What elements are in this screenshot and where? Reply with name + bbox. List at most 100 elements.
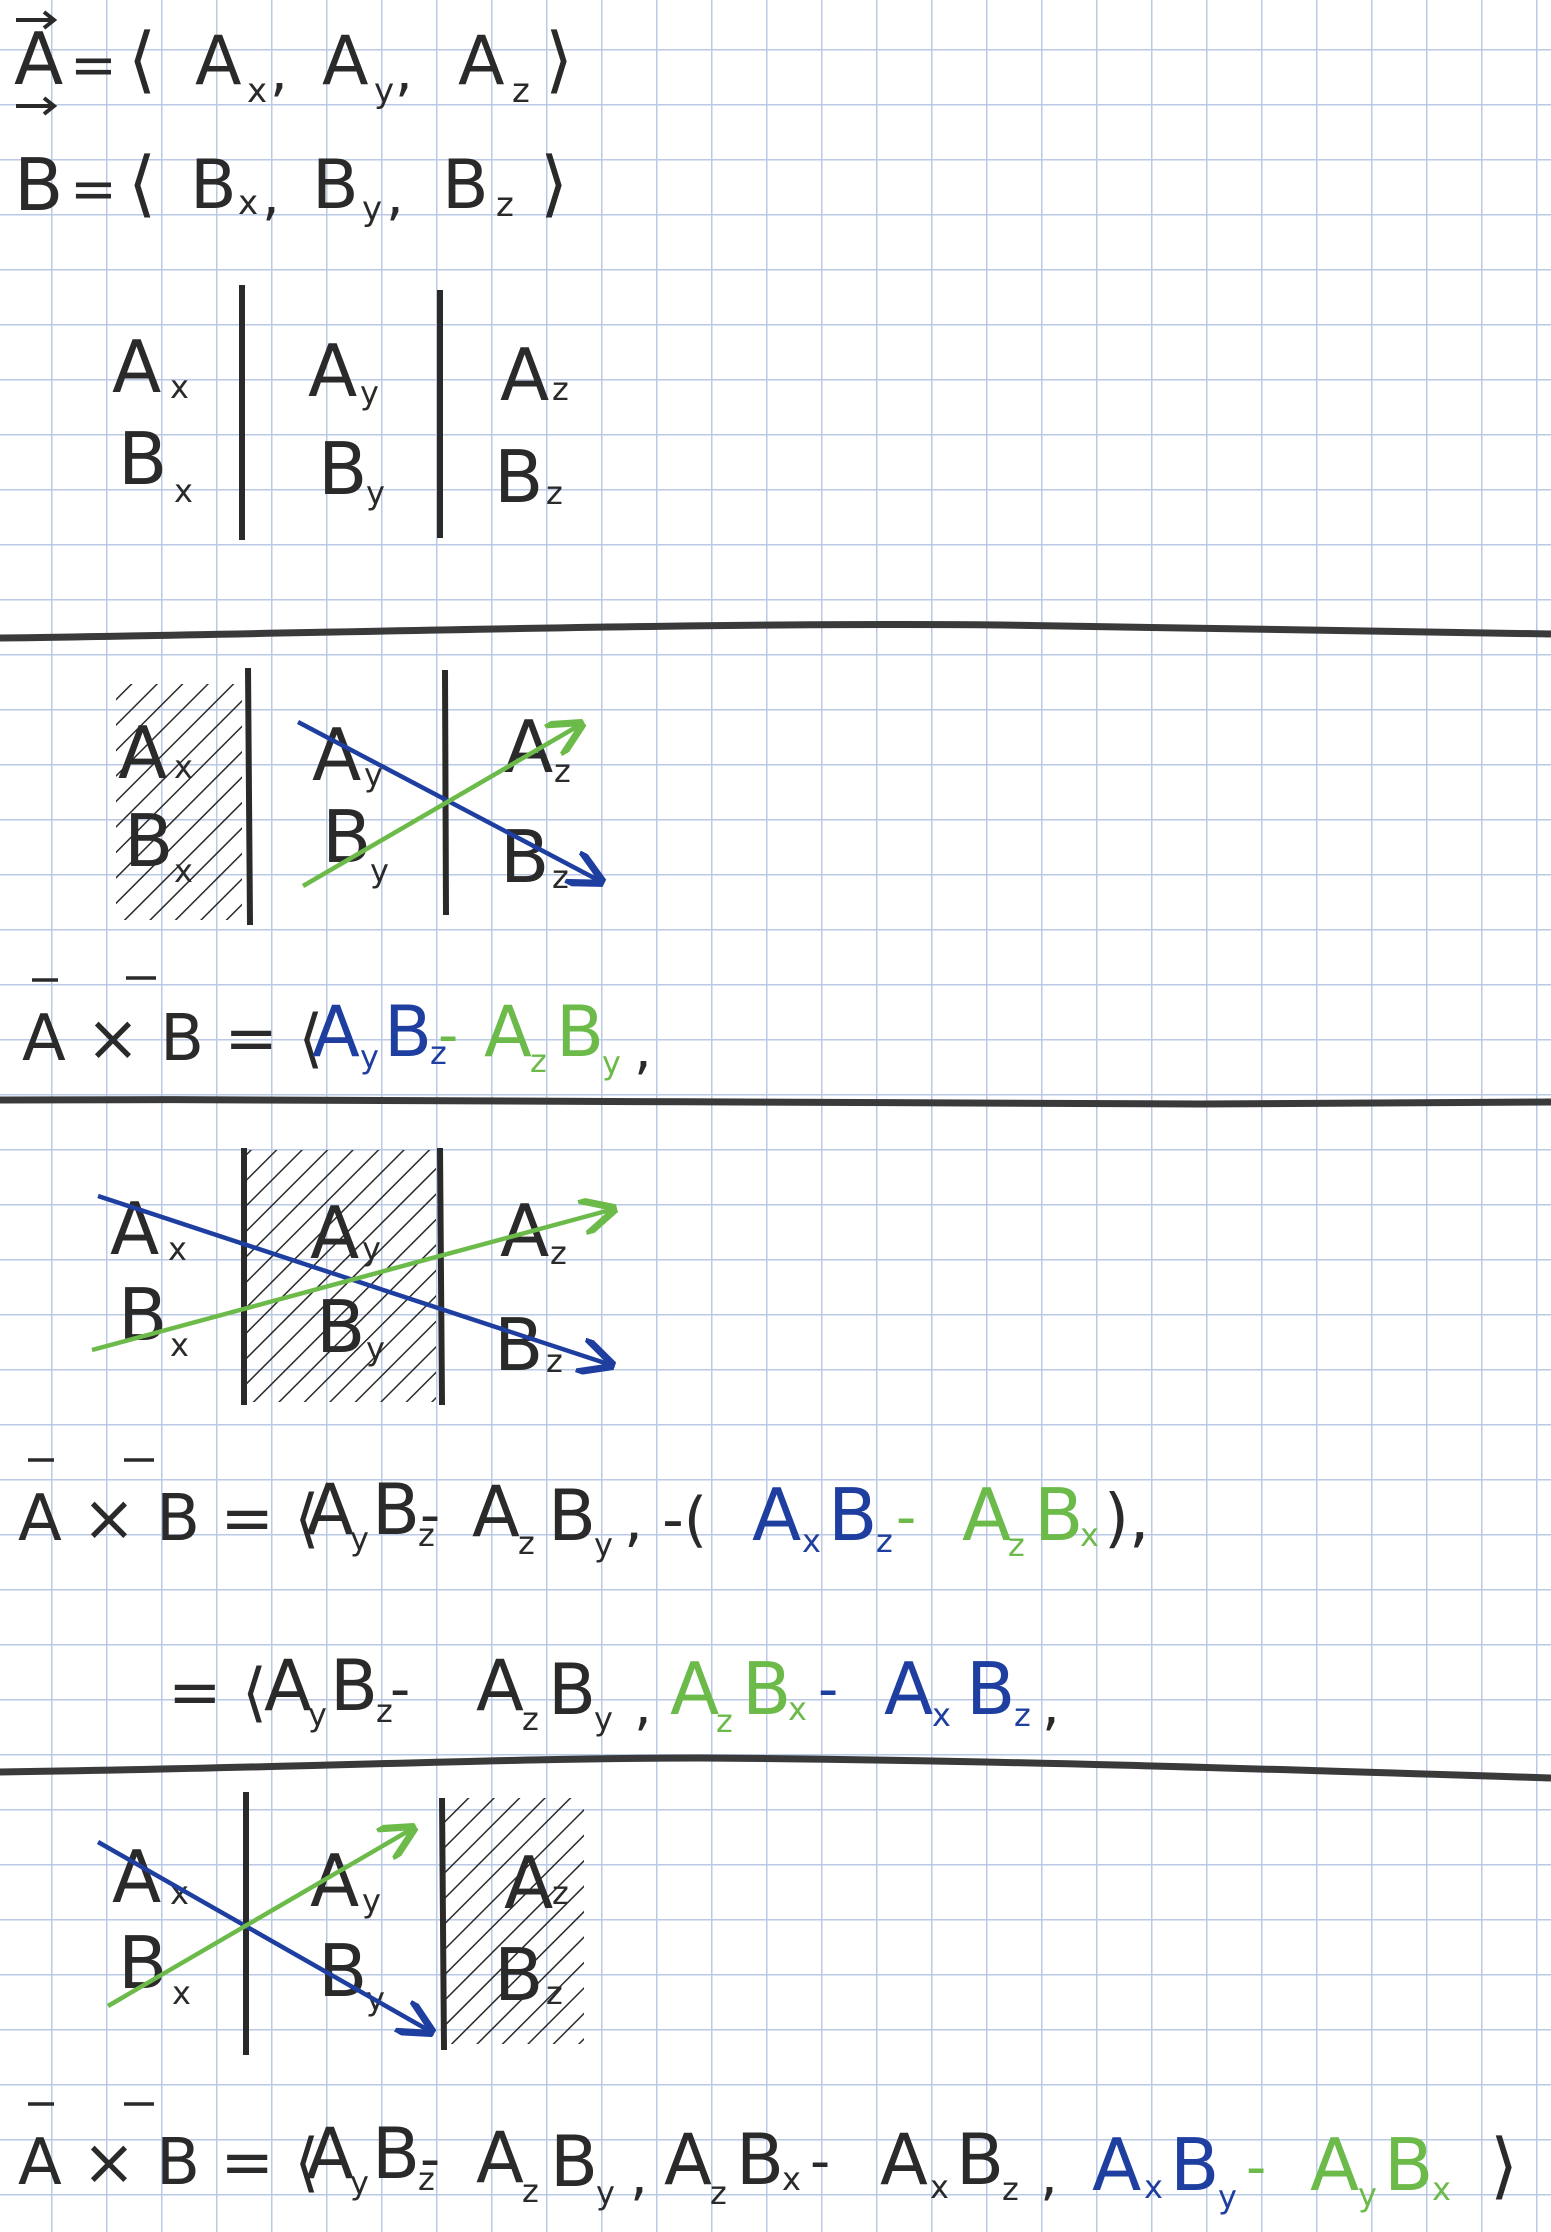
def-b-bz: B: [442, 146, 489, 225]
def-b-open: ⟨: [128, 141, 156, 225]
cell-b: B: [500, 815, 549, 899]
cell-a-sub: z: [554, 752, 571, 790]
cell-b: B: [118, 1273, 167, 1357]
step2-rsep: ,: [634, 1673, 652, 1738]
matrix-divider: [245, 667, 253, 926]
step2-g2: B: [1034, 1473, 1083, 1557]
cell-b-sub: x: [174, 472, 193, 510]
step3-m1: -: [420, 2127, 440, 2192]
step3-q1-sub: z: [710, 2174, 727, 2212]
cell-b: B: [494, 435, 543, 519]
step2-rg2: B: [742, 1647, 791, 1731]
step3-sep2: ,: [1040, 2143, 1058, 2208]
step2-r3-sub: z: [522, 1700, 539, 1738]
step3-g2: B: [1384, 2123, 1433, 2207]
cell-b: B: [318, 427, 367, 511]
step3-final-equation: A × B = ⟨ A y B z - A z B y , A z B x - …: [18, 2102, 1518, 2216]
cell-b: B: [124, 799, 173, 883]
cell-b-sub: z: [546, 1974, 563, 2012]
step2-b1-sub: x: [802, 1522, 821, 1560]
def-a-az-sub: z: [512, 71, 530, 111]
cell-a: A: [310, 1191, 359, 1275]
step3-p4-sub: y: [596, 2174, 615, 2212]
step1-equation: A × B = ⟨ A y B z - A z B y ,: [22, 976, 652, 1082]
cell-b-sub: y: [370, 852, 389, 890]
def-a-az: A: [458, 22, 505, 101]
step3-g2-sub: x: [1432, 2170, 1451, 2208]
step2-rb1-sub: x: [932, 1696, 951, 1734]
cell-b-sub: y: [366, 474, 385, 512]
matrix-x-shaded: A x B x A y B y A z B z: [116, 667, 598, 926]
vector-b-definition: B = ⟨ B x , B y , B z ⟩: [14, 96, 568, 229]
step2-t3-sub: z: [518, 1524, 535, 1562]
section-divider: [0, 621, 1551, 642]
step2-r4: B: [548, 1649, 596, 1731]
step2-r1: A: [264, 1645, 312, 1727]
def-b-bx-sub: x: [238, 183, 258, 223]
cell-b-sub: z: [546, 474, 563, 512]
def-a-ax: A: [195, 22, 242, 101]
def-b-comma1: ,: [262, 163, 280, 228]
def-b-letter: B: [14, 143, 63, 227]
step2-rm1: -: [390, 1657, 410, 1722]
step2-r3: A: [476, 1645, 524, 1727]
def-b-bx: B: [190, 146, 237, 225]
cell-b-sub: x: [174, 852, 193, 890]
cell-b: B: [494, 1933, 543, 2017]
step2-rm2: -: [818, 1657, 838, 1722]
step3-g1-sub: y: [1358, 2176, 1377, 2214]
step3-q4: B: [956, 2119, 1004, 2201]
step2-b2: B: [828, 1473, 877, 1557]
step2-b1: A: [752, 1473, 801, 1557]
section-divider: [0, 1754, 1551, 1782]
cell-b: B: [118, 417, 167, 501]
step3-q2-sub: x: [782, 2160, 801, 2198]
step3-lhs: A × B = ⟨: [18, 2126, 319, 2200]
cell-a: A: [312, 713, 361, 797]
step2-rb2: B: [966, 1647, 1015, 1731]
step2-rb1: A: [884, 1647, 933, 1731]
matrix-y-shaded: A x B x A y B y A z B z: [91, 1147, 610, 1406]
step1-term-a-sub: y: [360, 1038, 379, 1076]
step2-b2-sub: z: [876, 1522, 893, 1560]
step3-q4-sub: z: [1002, 2170, 1019, 2208]
step3-q1: A: [664, 2119, 712, 2201]
cell-b-sub: x: [170, 1326, 189, 1364]
step1-tail: ,: [634, 1017, 652, 1082]
def-b-comma2: ,: [386, 163, 404, 228]
step3-p3-sub: z: [522, 2172, 539, 2210]
cell-b: B: [118, 1921, 167, 2005]
cell-a: A: [110, 1187, 159, 1271]
step3-q3: A: [880, 2119, 928, 2201]
cell-a-sub: y: [362, 1882, 381, 1920]
step2-r1-sub: y: [308, 1696, 327, 1734]
step2-eq: = ⟨: [168, 1656, 267, 1730]
def-a-comma2: ,: [395, 39, 413, 104]
step2-g1-sub: z: [1008, 1526, 1025, 1564]
step2-r4-sub: y: [594, 1700, 613, 1738]
step2-m1: -: [420, 1483, 440, 1548]
step2-t1: A: [306, 1469, 354, 1551]
cell-a-sub: y: [362, 1230, 381, 1268]
step3-q2: B: [736, 2119, 784, 2201]
def-b-equals: =: [70, 157, 117, 222]
step2-lhs: A × B = ⟨: [18, 1482, 319, 1556]
step3-p3: A: [476, 2117, 524, 2199]
cell-b: B: [494, 1303, 543, 1387]
cell-a: A: [118, 711, 167, 795]
step2-t2: B: [372, 1469, 420, 1551]
step2-rg2-sub: x: [788, 1690, 807, 1728]
step2-t3: A: [472, 1471, 520, 1553]
step2-r2: B: [330, 1645, 378, 1727]
cell-a-sub: x: [168, 1230, 187, 1268]
step3-m2: -: [810, 2129, 830, 2194]
step1-term-a: A: [312, 991, 360, 1073]
step1-term-d: B: [556, 991, 604, 1073]
cell-a-sub: x: [174, 748, 193, 786]
step3-g1: A: [1310, 2123, 1359, 2207]
def-a-open: ⟨: [128, 17, 156, 101]
def-a-ay-sub: y: [374, 71, 394, 111]
step2-m2: -: [896, 1485, 916, 1550]
step3-sep1: ,: [630, 2143, 648, 2208]
step3-b2-sub: y: [1218, 2178, 1237, 2216]
